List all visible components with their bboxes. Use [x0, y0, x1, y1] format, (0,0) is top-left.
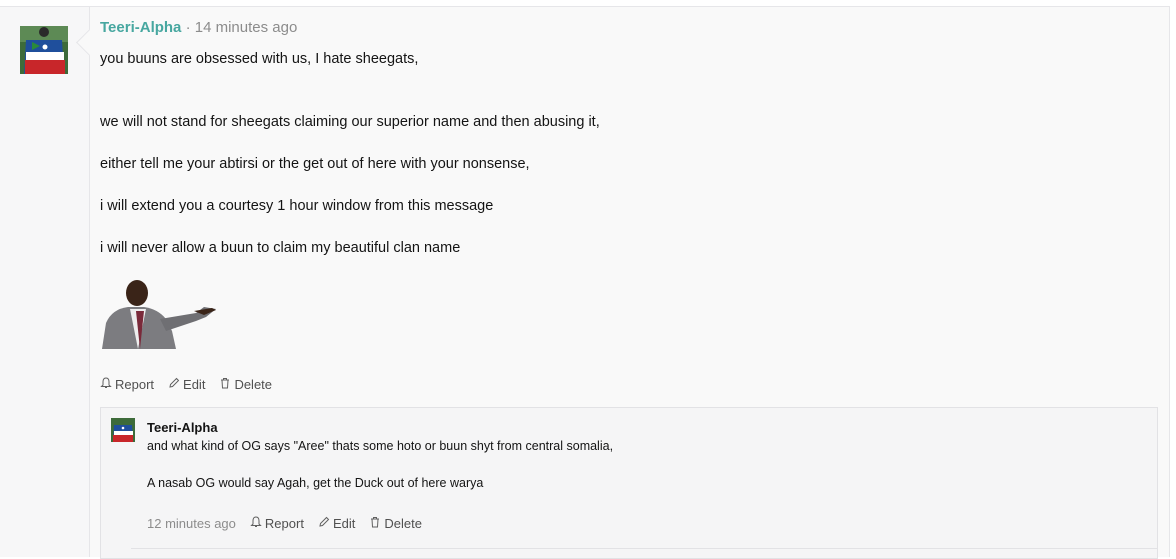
post-paragraph: i will extend you a courtesy 1 hour wind… — [100, 198, 494, 214]
reply-timestamp[interactable]: 12 minutes ago — [147, 516, 236, 531]
trash-icon — [219, 377, 231, 392]
pencil-icon — [318, 516, 330, 531]
delete-button[interactable]: Delete — [219, 377, 272, 392]
post-paragraph: we will not stand for sheegats claiming … — [100, 114, 600, 130]
reply-username[interactable]: Teeri-Alpha — [147, 420, 218, 435]
reply-divider — [131, 548, 1157, 549]
bell-icon — [250, 516, 262, 531]
delete-label: Delete — [384, 516, 422, 531]
post-header: Teeri-Alpha · 14 minutes ago — [100, 19, 297, 36]
delete-label: Delete — [234, 377, 273, 392]
reply-actions: 12 minutes ago Report Edit Delete — [147, 516, 422, 531]
post-paragraph: you buuns are obsessed with us, I hate s… — [100, 51, 419, 67]
report-label: Report — [115, 377, 155, 392]
pointing-man-image — [100, 279, 218, 349]
post-paragraph: i will never allow a buun to claim my be… — [100, 240, 461, 256]
report-label: Report — [264, 516, 304, 531]
post-paragraph: either tell me your abtirsi or the get o… — [100, 156, 530, 172]
edit-button[interactable]: Edit — [168, 377, 205, 392]
avatar-column — [0, 6, 90, 557]
reply-delete-button[interactable]: Delete — [369, 516, 422, 531]
trash-icon — [369, 516, 381, 531]
reply-report-button[interactable]: Report — [250, 516, 304, 531]
post-timestamp[interactable]: 14 minutes ago — [195, 19, 298, 36]
post-actions: Report Edit Delete — [100, 377, 272, 392]
post: Teeri-Alpha · 14 minutes ago you buuns a… — [90, 6, 1170, 559]
reply-comment: Teeri-Alpha and what kind of OG says "Ar… — [100, 407, 1158, 559]
reply-avatar[interactable] — [111, 418, 135, 442]
meta-separator: · — [185, 19, 191, 36]
avatar[interactable] — [20, 26, 68, 74]
reply-edit-button[interactable]: Edit — [318, 516, 355, 531]
pencil-icon — [168, 377, 180, 392]
bell-icon — [100, 377, 112, 392]
report-button[interactable]: Report — [100, 377, 154, 392]
reply-paragraph: and what kind of OG says "Aree" thats so… — [147, 439, 614, 453]
reply-paragraph: A nasab OG would say Agah, get the Duck … — [147, 476, 484, 490]
edit-label: Edit — [332, 516, 356, 531]
post-username[interactable]: Teeri-Alpha — [100, 19, 181, 36]
edit-label: Edit — [183, 377, 206, 392]
